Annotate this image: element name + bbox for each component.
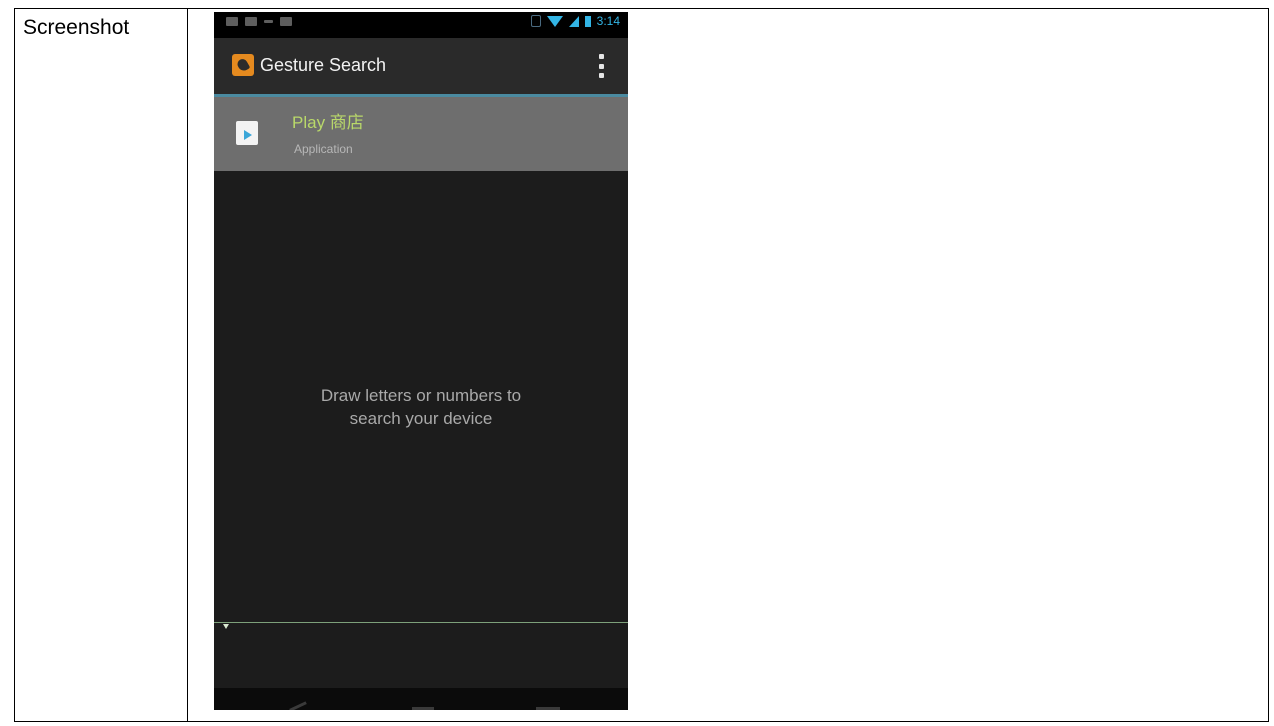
list-item[interactable]: Play 商店 Application [214,97,628,171]
action-bar: Gesture Search [214,38,628,97]
status-time: 3:14 [596,14,620,28]
overflow-menu-icon[interactable] [598,54,604,78]
home-icon[interactable] [412,707,434,710]
notification-icons [226,17,292,26]
result-title: Play 商店 [292,113,364,132]
battery-icon [584,15,591,27]
email-icon [226,17,238,26]
play-store-icon [236,121,258,145]
gmail-icon [245,17,257,26]
column-divider [187,9,188,721]
app-title: Gesture Search [260,55,387,75]
rotation-icon [530,15,541,27]
signal-icon [568,15,579,27]
gesture-pad-divider [214,622,628,623]
document-table: Screenshot [14,8,1269,722]
hint-line-2: search your device [349,409,493,428]
android-icon [280,17,292,26]
wifi-icon [546,15,563,27]
phone-screenshot: 3:14 Gesture Search Play 商店 Application … [214,12,628,710]
result-subtitle: Application [294,142,353,156]
status-bar: 3:14 [214,12,628,38]
gesture-search-app-icon[interactable] [232,54,254,76]
back-icon[interactable] [289,701,307,710]
navigation-bar [214,688,628,710]
system-status-icons: 3:14 [530,14,620,28]
recents-icon[interactable] [536,707,560,710]
gesture-hint: Draw letters or numbers to search your d… [214,384,628,430]
gesture-marker-icon [223,624,229,629]
notification-icon [264,20,273,23]
hint-line-1: Draw letters or numbers to [320,386,522,405]
row-label: Screenshot [23,16,130,39]
